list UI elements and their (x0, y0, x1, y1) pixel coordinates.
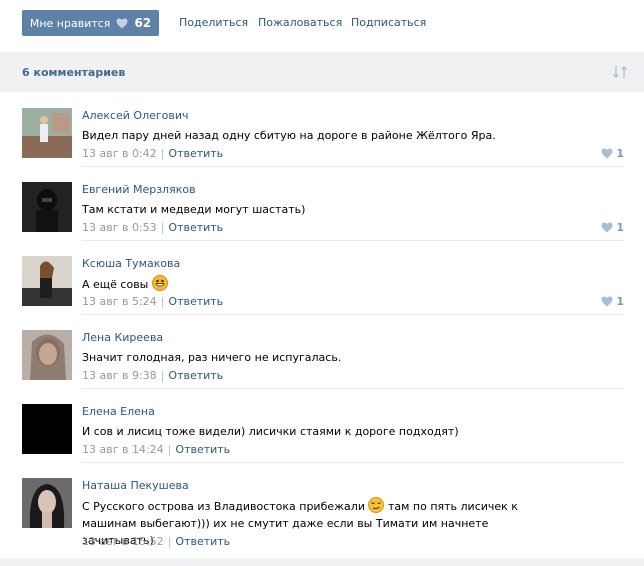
heart-icon (601, 222, 613, 233)
comment-like-button[interactable]: 1 (601, 295, 624, 308)
comment-author[interactable]: Елена Елена (82, 405, 155, 418)
comment-item: Наташа Пекушева С Русского острова из Вл… (22, 462, 624, 554)
comment-author[interactable]: Алексей Олегович (82, 109, 189, 122)
heart-icon (601, 148, 613, 159)
comment-text: Видел пару дней назад одну сбитую на дор… (82, 129, 496, 142)
comment-text-part1: С Русского острова из Владивостока прибе… (82, 500, 365, 513)
comment-like-button[interactable]: 1 (601, 147, 624, 160)
comment-author[interactable]: Лена Киреева (82, 331, 163, 344)
avatar[interactable] (22, 330, 72, 380)
comment-author[interactable]: Евгений Мерзляков (82, 183, 196, 196)
comment-item: Лена Киреева Значит голодная, раз ничего… (22, 314, 624, 388)
comment-like-button[interactable]: 1 (601, 221, 624, 234)
comment-text-content: А ещё совы (82, 278, 149, 291)
reply-link[interactable]: Ответить (168, 221, 223, 234)
comment-like-count: 1 (616, 221, 624, 234)
comment-meta: 13 авг в 0:53 | Ответить (82, 221, 224, 234)
smirking-emoji-icon (368, 497, 385, 513)
comment-like-count: 1 (616, 147, 624, 160)
footer-bar (0, 558, 644, 566)
comment-date[interactable]: 13 авг в 14:24 (82, 443, 164, 456)
reply-link[interactable]: Ответить (175, 443, 230, 456)
heart-icon (116, 18, 128, 28)
comment-item: Алексей Олегович Видел пару дней назад о… (22, 92, 624, 166)
comment-author[interactable]: Ксюша Тумакова (82, 257, 180, 270)
reply-link[interactable]: Ответить (168, 369, 223, 382)
comment-item: Евгений Мерзляков Там кстати и медведи м… (22, 166, 624, 240)
comment-date[interactable]: 13 авг в 15:52 (82, 535, 164, 548)
avatar[interactable] (22, 478, 72, 528)
subscribe-link[interactable]: Подписаться (351, 16, 426, 29)
comments-count-title: 6 комментариев (22, 66, 126, 79)
comment-meta: 13 авг в 5:24 | Ответить (82, 295, 224, 308)
share-link[interactable]: Поделиться (179, 16, 248, 29)
comment-date[interactable]: 13 авг в 0:53 (82, 221, 157, 234)
comment-meta: 13 авг в 14:24 | Ответить (82, 443, 231, 456)
post-actions-bar: Мне нравится 62 Поделиться Пожаловаться … (0, 0, 644, 50)
like-count: 62 (134, 16, 152, 30)
comment-meta: 13 авг в 0:42 | Ответить (82, 147, 224, 160)
comment-text: Значит голодная, раз ничего не испугалас… (82, 351, 342, 364)
comment-date[interactable]: 13 авг в 0:42 (82, 147, 157, 160)
avatar[interactable] (22, 404, 72, 454)
comment-meta: 13 авг в 9:38 | Ответить (82, 369, 224, 382)
heart-icon (601, 296, 613, 307)
reply-link[interactable]: Ответить (175, 535, 230, 548)
comment-date[interactable]: 13 авг в 9:38 (82, 369, 157, 382)
comment-author[interactable]: Наташа Пекушева (82, 479, 189, 492)
like-button-label: Мне нравится (29, 16, 111, 30)
comment-like-count: 1 (616, 295, 624, 308)
comment-text: Там кстати и медведи могут шастать) (82, 203, 306, 216)
sort-order-icon[interactable] (612, 64, 628, 80)
avatar[interactable] (22, 256, 72, 306)
comments-header: 6 комментариев (0, 52, 644, 92)
like-button[interactable]: Мне нравится 62 (22, 10, 159, 36)
reply-link[interactable]: Ответить (168, 147, 223, 160)
comment-item: Ксюша Тумакова А ещё совы 13 авг в 5:24 |… (22, 240, 624, 314)
avatar[interactable] (22, 182, 72, 232)
comment-text: А ещё совы (82, 275, 532, 293)
comment-text: И сов и лисиц тоже видели) лисички стаям… (82, 425, 459, 438)
report-link[interactable]: Пожаловаться (258, 16, 342, 29)
comment-meta: 13 авг в 15:52 | Ответить (82, 535, 231, 548)
comment-item: Елена Елена И сов и лисиц тоже видели) л… (22, 388, 624, 462)
reply-link[interactable]: Ответить (168, 295, 223, 308)
comment-date[interactable]: 13 авг в 5:24 (82, 295, 157, 308)
avatar[interactable] (22, 108, 72, 158)
grinning-emoji-icon (151, 275, 168, 291)
